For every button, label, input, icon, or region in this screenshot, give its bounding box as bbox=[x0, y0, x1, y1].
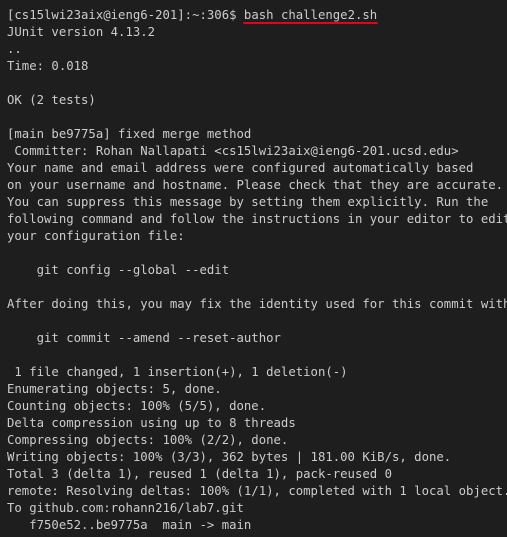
output-line: Your name and email address were configu… bbox=[7, 161, 474, 175]
output-line: Enumerating objects: 5, done. bbox=[7, 382, 222, 396]
output-line: Delta compression using up to 8 threads bbox=[7, 416, 296, 430]
output-line: Committer: Rohan Nallapati <cs15lwi23aix… bbox=[7, 144, 459, 158]
output-line: .. bbox=[7, 42, 22, 56]
output-line: f750e52..be9775a main -> main bbox=[7, 518, 252, 532]
output-line: remote: Resolving deltas: 100% (1/1), co… bbox=[7, 484, 507, 498]
output-line: git config --global --edit bbox=[7, 263, 230, 277]
output-line: git commit --amend --reset-author bbox=[7, 331, 281, 345]
output-line: JUnit version 4.13.2 bbox=[7, 25, 156, 39]
output-line: following command and follow the instruc… bbox=[7, 212, 507, 226]
output-line: on your username and hostname. Please ch… bbox=[7, 178, 504, 192]
entered-command: bash challenge2.sh bbox=[242, 7, 379, 24]
output-line: Total 3 (delta 1), reused 1 (delta 1), p… bbox=[7, 467, 392, 481]
output-line: OK (2 tests) bbox=[7, 93, 96, 107]
red-underline-annotation bbox=[242, 22, 379, 24]
output-line: [main be9775a] fixed merge method bbox=[7, 127, 252, 141]
output-line: To github.com:rohann216/lab7.git bbox=[7, 501, 244, 515]
output-line: Time: 0.018 bbox=[7, 59, 89, 73]
shell-prompt: [cs15lwi23aix@ieng6-201]:~:306$ bbox=[7, 8, 244, 22]
command-prompt-line: [cs15lwi23aix@ieng6-201]:~:306$ bash cha… bbox=[7, 7, 507, 24]
output-line: your configuration file: bbox=[7, 229, 185, 243]
output-line: You can suppress this message by setting… bbox=[7, 195, 489, 209]
output-line: After doing this, you may fix the identi… bbox=[7, 297, 507, 311]
output-line: Counting objects: 100% (5/5), done. bbox=[7, 399, 267, 413]
output-line: Compressing objects: 100% (2/2), done. bbox=[7, 433, 289, 447]
command-output: JUnit version 4.13.2 .. Time: 0.018 OK (… bbox=[7, 24, 507, 534]
output-line: 1 file changed, 1 insertion(+), 1 deleti… bbox=[7, 365, 348, 379]
terminal-output-area[interactable]: [cs15lwi23aix@ieng6-201]:~:306$ bash cha… bbox=[0, 0, 507, 537]
output-line: Writing objects: 100% (3/3), 362 bytes |… bbox=[7, 450, 452, 464]
command-text: bash challenge2.sh bbox=[243, 8, 378, 22]
